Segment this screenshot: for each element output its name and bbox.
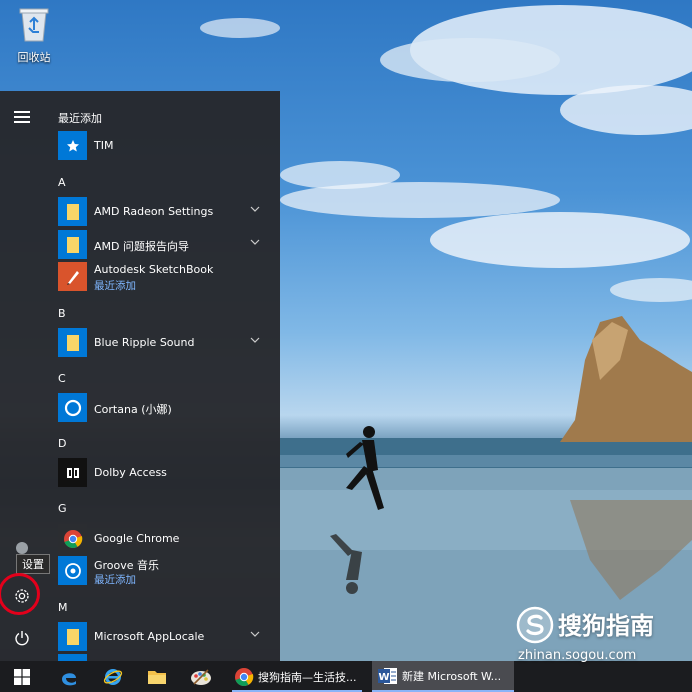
folder-icon — [148, 670, 166, 684]
taskbar-file-explorer-button[interactable] — [138, 661, 176, 692]
section-recent: 最近添加 — [58, 112, 102, 125]
chevron-down-icon[interactable] — [250, 335, 260, 345]
power-button[interactable] — [0, 618, 44, 658]
app-blue-ripple-sound[interactable]: Blue Ripple Sound — [58, 328, 268, 358]
section-c: C — [58, 372, 66, 385]
recently-added-label: 最近添加 — [94, 574, 136, 586]
taskbar-word-task[interactable]: W 新建 Microsoft W... — [372, 661, 514, 692]
sogou-watermark: 搜狗指南 zhinan.sogou.com — [514, 604, 684, 664]
folder-icon — [58, 622, 87, 651]
word-icon: W — [378, 667, 397, 684]
watermark-url: zhinan.sogou.com — [518, 648, 637, 663]
section-m: M — [58, 601, 68, 614]
taskbar-task-label: 新建 Microsoft W... — [402, 669, 502, 683]
folder-icon — [58, 197, 87, 226]
taskbar-task-label: 搜狗指南—生活技... — [258, 670, 357, 684]
sketchbook-icon — [58, 262, 87, 291]
recycle-bin-icon — [19, 8, 49, 42]
app-label: Autodesk SketchBook — [94, 263, 214, 276]
app-label: Google Chrome — [94, 532, 180, 545]
recycle-bin[interactable]: 回收站 — [8, 6, 60, 65]
chevron-down-icon[interactable] — [250, 629, 260, 639]
highlight-circle — [0, 573, 40, 615]
chrome-icon — [235, 667, 254, 686]
svg-text:W: W — [378, 672, 389, 683]
start-button[interactable] — [0, 661, 44, 692]
internet-explorer-icon — [103, 668, 123, 685]
groove-icon — [58, 556, 87, 585]
windows-logo-icon — [14, 668, 30, 685]
app-microsoft-applocale[interactable]: Microsoft AppLocale — [58, 622, 268, 652]
taskbar-edge-button[interactable] — [50, 661, 88, 692]
app-label: AMD 问题报告向导 — [94, 240, 189, 253]
chevron-down-icon[interactable] — [250, 204, 260, 214]
power-icon — [15, 631, 29, 646]
app-tile-icon — [58, 654, 87, 661]
app-dolby-access[interactable]: Dolby Access — [58, 458, 268, 488]
app-amd-radeon-settings[interactable]: AMD Radeon Settings — [58, 197, 268, 227]
app-autodesk-sketchbook[interactable]: Autodesk SketchBook 最近添加 — [58, 262, 268, 292]
start-menu: 设置 最近添加 TIM A AMD Radeon Settings AMD 问题… — [0, 91, 280, 661]
app-next-partial[interactable] — [58, 654, 268, 661]
paint-palette-icon — [191, 668, 211, 685]
dolby-icon — [58, 458, 87, 487]
app-amd-report-wizard[interactable]: AMD 问题报告向导 — [58, 230, 268, 260]
folder-icon — [58, 328, 87, 357]
section-a: A — [58, 176, 66, 189]
chrome-icon — [58, 524, 87, 553]
recycle-bin-label: 回收站 — [17, 51, 51, 64]
cortana-icon — [58, 393, 87, 422]
folder-icon — [58, 230, 87, 259]
app-list: 最近添加 TIM A AMD Radeon Settings AMD 问题报告向… — [58, 91, 273, 661]
hamburger-icon — [14, 116, 30, 118]
taskbar-chrome-task[interactable]: 搜狗指南—生活技... — [228, 661, 366, 692]
app-label: TIM — [94, 139, 114, 152]
app-label: Blue Ripple Sound — [94, 336, 195, 349]
section-b: B — [58, 307, 66, 320]
watermark-title: 搜狗指南 — [558, 612, 654, 640]
taskbar-ie-button[interactable] — [94, 661, 132, 692]
edge-icon — [62, 672, 76, 685]
app-label: Dolby Access — [94, 466, 167, 479]
app-google-chrome[interactable]: Google Chrome — [58, 524, 268, 554]
app-tim[interactable]: TIM — [58, 131, 268, 161]
expand-menu-button[interactable] — [0, 97, 44, 137]
sogou-logo-icon — [516, 606, 554, 644]
section-d: D — [58, 437, 67, 450]
app-label: Cortana (小娜) — [94, 403, 172, 416]
taskbar-paint-button[interactable] — [182, 661, 220, 692]
app-label: Microsoft AppLocale — [94, 630, 205, 643]
taskbar: 搜狗指南—生活技... W 新建 Microsoft W... — [0, 661, 692, 692]
recently-added-label: 最近添加 — [94, 280, 136, 292]
star-icon — [58, 131, 87, 160]
app-label: Groove 音乐 — [94, 559, 160, 572]
settings-tooltip: 设置 — [16, 554, 50, 574]
chevron-down-icon[interactable] — [250, 237, 260, 247]
user-avatar-icon — [16, 542, 28, 554]
app-label: AMD Radeon Settings — [94, 205, 214, 218]
app-cortana[interactable]: Cortana (小娜) — [58, 393, 268, 423]
section-g: G — [58, 502, 67, 515]
app-groove-music[interactable]: Groove 音乐 最近添加 — [58, 556, 268, 586]
